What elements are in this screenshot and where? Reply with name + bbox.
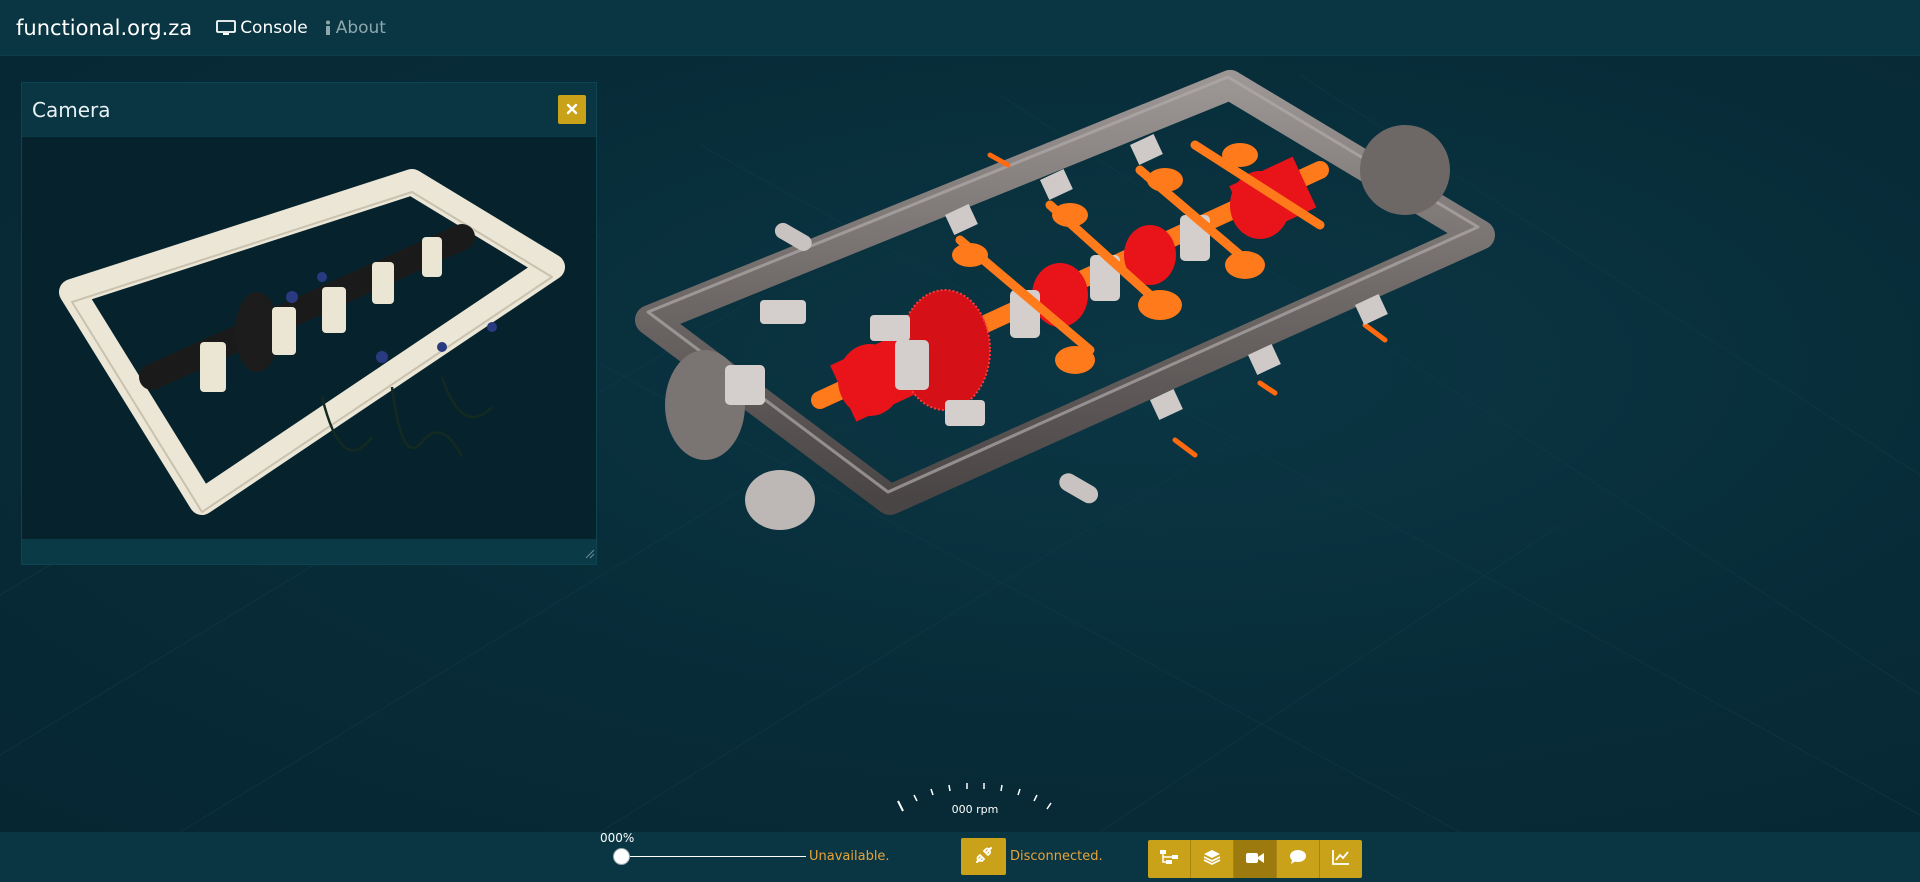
bottom-control-bar <box>0 832 1920 882</box>
chat-icon <box>1289 849 1307 869</box>
close-icon <box>566 100 578 119</box>
connect-button[interactable] <box>961 838 1006 875</box>
throttle-slider-thumb[interactable] <box>613 848 630 865</box>
network-icon <box>1159 849 1179 869</box>
camera-panel-title: Camera <box>32 97 111 122</box>
chart-icon <box>1332 849 1350 869</box>
plug-icon <box>973 844 995 870</box>
throttle-value-label: 000% <box>600 831 635 845</box>
rpm-readout: 000 rpm <box>951 803 999 816</box>
monitor-icon <box>216 19 237 36</box>
view-toolbar <box>1148 840 1362 878</box>
camera-panel-footer <box>22 539 596 564</box>
camera-close-button[interactable] <box>558 95 586 124</box>
toolbar-chart-button[interactable] <box>1320 840 1362 878</box>
toolbar-chat-button[interactable] <box>1277 840 1320 878</box>
resize-handle-icon[interactable] <box>585 544 595 563</box>
video-camera-icon <box>1245 850 1265 869</box>
layers-icon <box>1203 848 1221 870</box>
brand-link[interactable]: functional.org.za <box>16 16 192 40</box>
toolbar-camera-button[interactable] <box>1234 840 1277 878</box>
nav-about-label: About <box>335 17 386 38</box>
camera-panel: Camera <box>21 82 597 565</box>
nav-about-link[interactable]: About <box>324 18 386 38</box>
info-icon <box>324 20 332 36</box>
engine-3d-model[interactable] <box>620 65 1510 595</box>
throttle-status: Unavailable. <box>809 849 890 864</box>
camera-panel-header[interactable]: Camera <box>22 83 596 136</box>
top-navbar: functional.org.za Console About <box>0 0 1920 56</box>
throttle-slider-track[interactable] <box>622 856 806 857</box>
nav-console-label: Console <box>240 17 308 38</box>
connection-status: Disconnected. <box>1010 849 1103 864</box>
camera-feed <box>22 137 596 539</box>
toolbar-layers-button[interactable] <box>1191 840 1234 878</box>
nav-console-link[interactable]: Console <box>216 18 308 38</box>
toolbar-network-button[interactable] <box>1148 840 1191 878</box>
